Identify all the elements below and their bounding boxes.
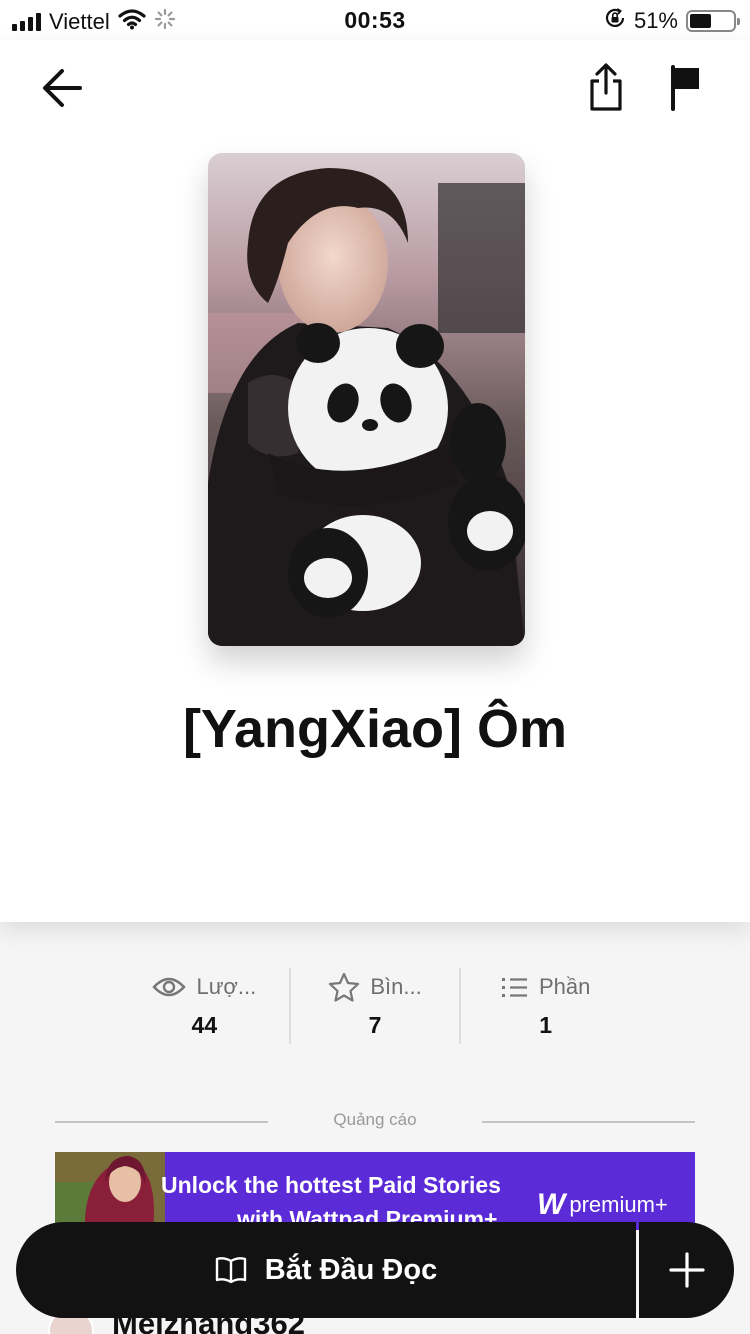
- stat-parts: Phần 1: [459, 968, 630, 1044]
- ad-divider-right: [482, 1121, 695, 1123]
- status-right: 51%: [604, 7, 740, 35]
- stat-reads: Lượ... 44: [120, 968, 289, 1044]
- list-icon: [501, 978, 527, 997]
- ad-brand-text: premium+: [569, 1192, 668, 1217]
- battery-level: [690, 14, 711, 28]
- battery-percent: 51%: [633, 8, 678, 33]
- wattpad-logo: W: [537, 1188, 566, 1221]
- stat-parts-value: 1: [539, 1012, 553, 1038]
- plus-icon: [668, 1252, 705, 1288]
- start-reading-button[interactable]: Bắt Đầu Đọc: [16, 1222, 636, 1318]
- book-icon: [215, 1257, 246, 1284]
- report-button[interactable]: [658, 60, 714, 116]
- ad-brand: W premium+: [537, 1188, 668, 1222]
- stat-reads-label: Lượ...: [196, 974, 257, 999]
- stat-reads-head: Lượ...: [152, 968, 256, 1006]
- flag-icon: [671, 65, 699, 111]
- stat-votes-label: Bìn...: [370, 974, 422, 999]
- stat-votes: Bìn... 7: [288, 968, 460, 1044]
- start-reading-label: Bắt Đầu Đọc: [264, 1253, 438, 1286]
- rotation-lock-icon: [604, 7, 626, 35]
- cover-image[interactable]: [208, 153, 525, 646]
- story-header: [YangXiao] Ôm: [0, 40, 750, 922]
- stat-parts-label: Phần: [538, 974, 591, 999]
- ad-label: Quảng cáo: [333, 1110, 417, 1129]
- stat-parts-head: Phần: [501, 968, 590, 1006]
- ad-headline: Unlock the hottest Paid Stories: [161, 1172, 501, 1198]
- star-icon: [329, 972, 360, 1002]
- stat-votes-head: Bìn...: [328, 968, 422, 1006]
- stat-reads-value: 44: [191, 1012, 218, 1038]
- ad-banner[interactable]: Unlock the hottest Paid Stories with Wat…: [55, 1152, 695, 1230]
- battery-icon: [686, 10, 740, 32]
- arrow-left-icon: [43, 69, 82, 107]
- ad-person-image: [55, 1152, 165, 1230]
- add-to-library-button[interactable]: [639, 1222, 734, 1318]
- share-icon: [590, 63, 622, 111]
- story-title: [YangXiao] Ôm: [182, 699, 568, 759]
- story-stats: Lượ... 44 Bìn... 7 Phần 1: [120, 968, 630, 1044]
- share-button[interactable]: [578, 60, 634, 116]
- status-bar: Viettel 00:53 51%: [0, 0, 750, 40]
- stat-votes-value: 7: [368, 1012, 382, 1038]
- back-button[interactable]: [34, 60, 90, 116]
- ad-label-row: Quảng cáo: [55, 1110, 695, 1136]
- eye-icon: [152, 977, 187, 997]
